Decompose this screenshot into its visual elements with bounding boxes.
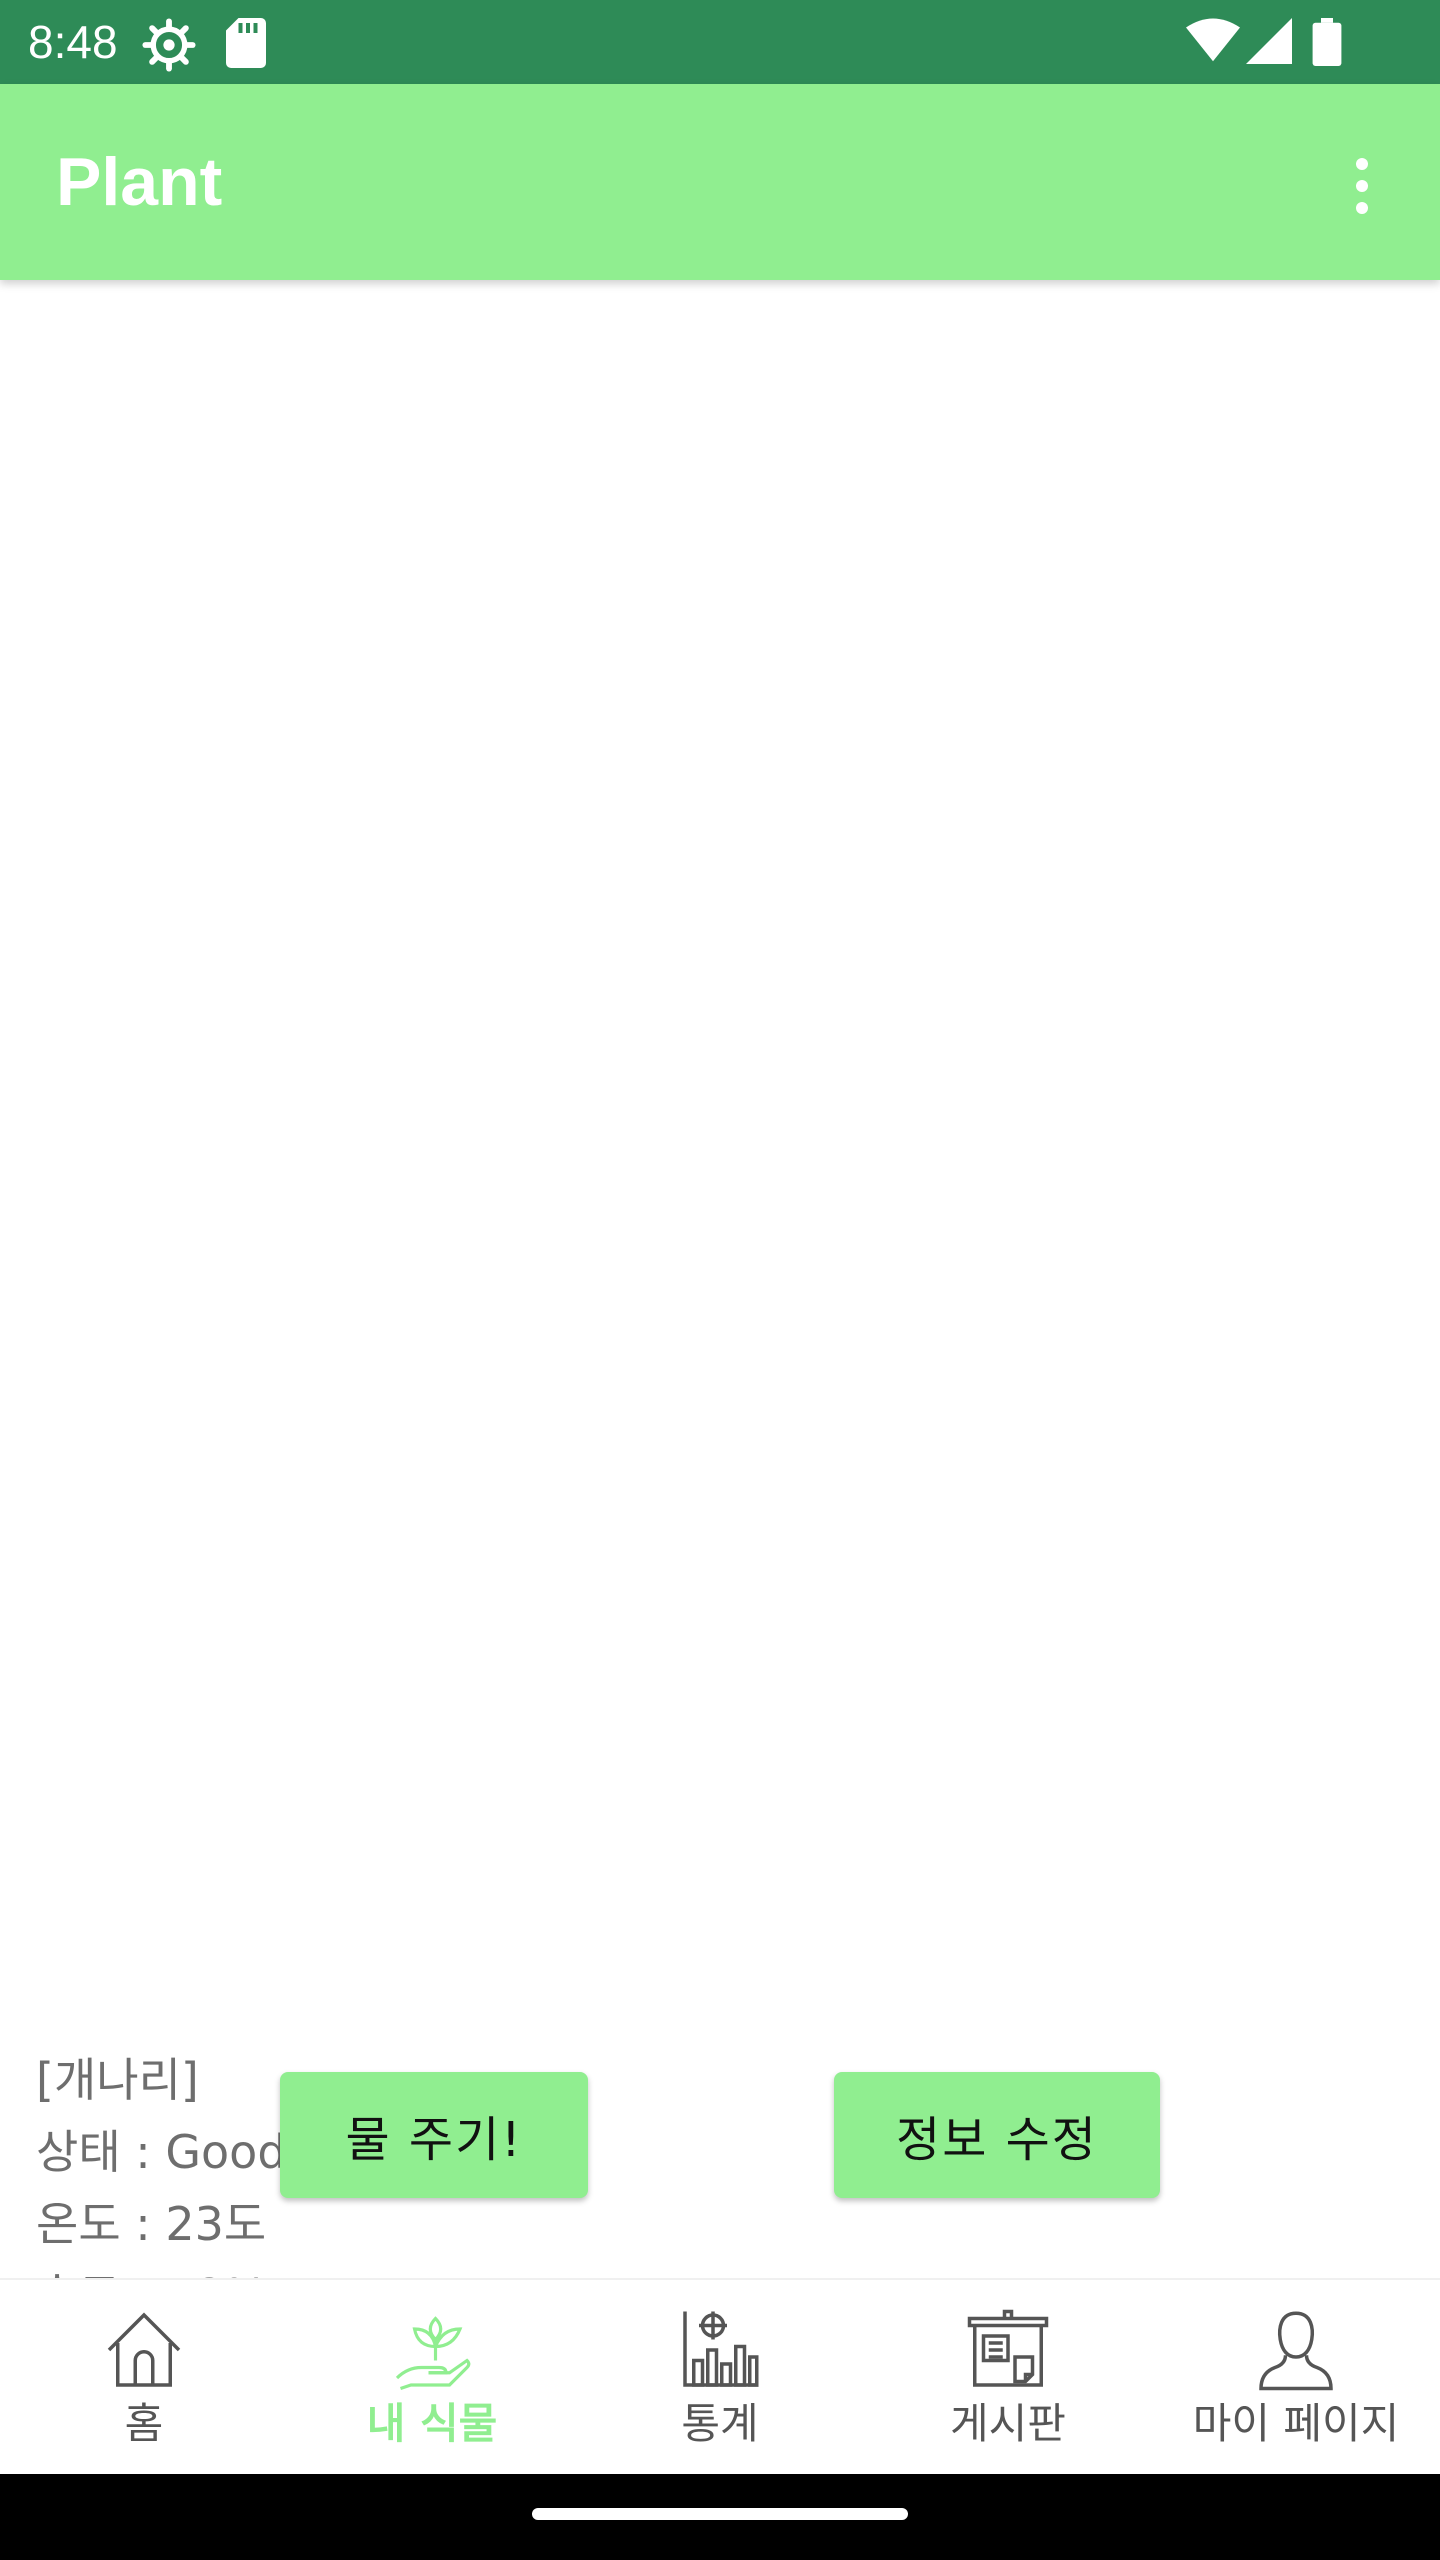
system-navigation-bar [0, 2474, 1440, 2560]
nav-label-home: 홈 [124, 2399, 164, 2448]
more-vert-icon[interactable] [1330, 144, 1394, 228]
plant-name: [개나리] [36, 2053, 199, 2107]
nav-label-board: 게시판 [950, 2399, 1066, 2448]
nav-item-statistics[interactable]: 통계 [576, 2280, 864, 2476]
app-title: Plant [56, 144, 223, 220]
battery-icon [1312, 18, 1342, 66]
nav-item-board[interactable]: 게시판 [864, 2280, 1152, 2476]
person-icon [1259, 2311, 1333, 2391]
water-button[interactable]: 물 주기! [280, 2072, 588, 2198]
status-time: 8:48 [28, 16, 118, 68]
nav-label-statistics: 통계 [681, 2399, 759, 2448]
wifi-icon [1186, 18, 1240, 62]
plant-hand-icon [395, 2316, 471, 2390]
nav-item-home[interactable]: 홈 [0, 2280, 288, 2476]
home-gesture-handle[interactable] [532, 2508, 908, 2520]
board-icon [967, 2309, 1049, 2387]
nav-label-my-page: 마이 페이지 [1192, 2399, 1400, 2448]
settings-gear-icon [142, 18, 196, 72]
bar-chart-icon [683, 2311, 759, 2387]
nav-label-my-plants: 내 식물 [366, 2399, 498, 2448]
status-bar: 8:48 [0, 0, 1440, 84]
edit-info-button[interactable]: 정보 수정 [834, 2072, 1160, 2198]
nav-item-my-plants[interactable]: 내 식물 [288, 2280, 576, 2476]
main-content: [개나리] 상태 : Good 온도 : 23도 습도 : 78% [0, 280, 1440, 2323]
bottom-navigation: 홈 내 식물 통계 게시판 마이 페이지 [0, 2278, 1440, 2476]
signal-icon [1246, 18, 1292, 64]
plant-status: 상태 : Good [36, 2125, 287, 2179]
nav-item-my-page[interactable]: 마이 페이지 [1152, 2280, 1440, 2476]
sd-card-icon [226, 18, 266, 68]
app-bar: Plant [0, 84, 1440, 280]
plant-temperature: 온도 : 23도 [36, 2197, 267, 2251]
home-icon [107, 2312, 181, 2387]
